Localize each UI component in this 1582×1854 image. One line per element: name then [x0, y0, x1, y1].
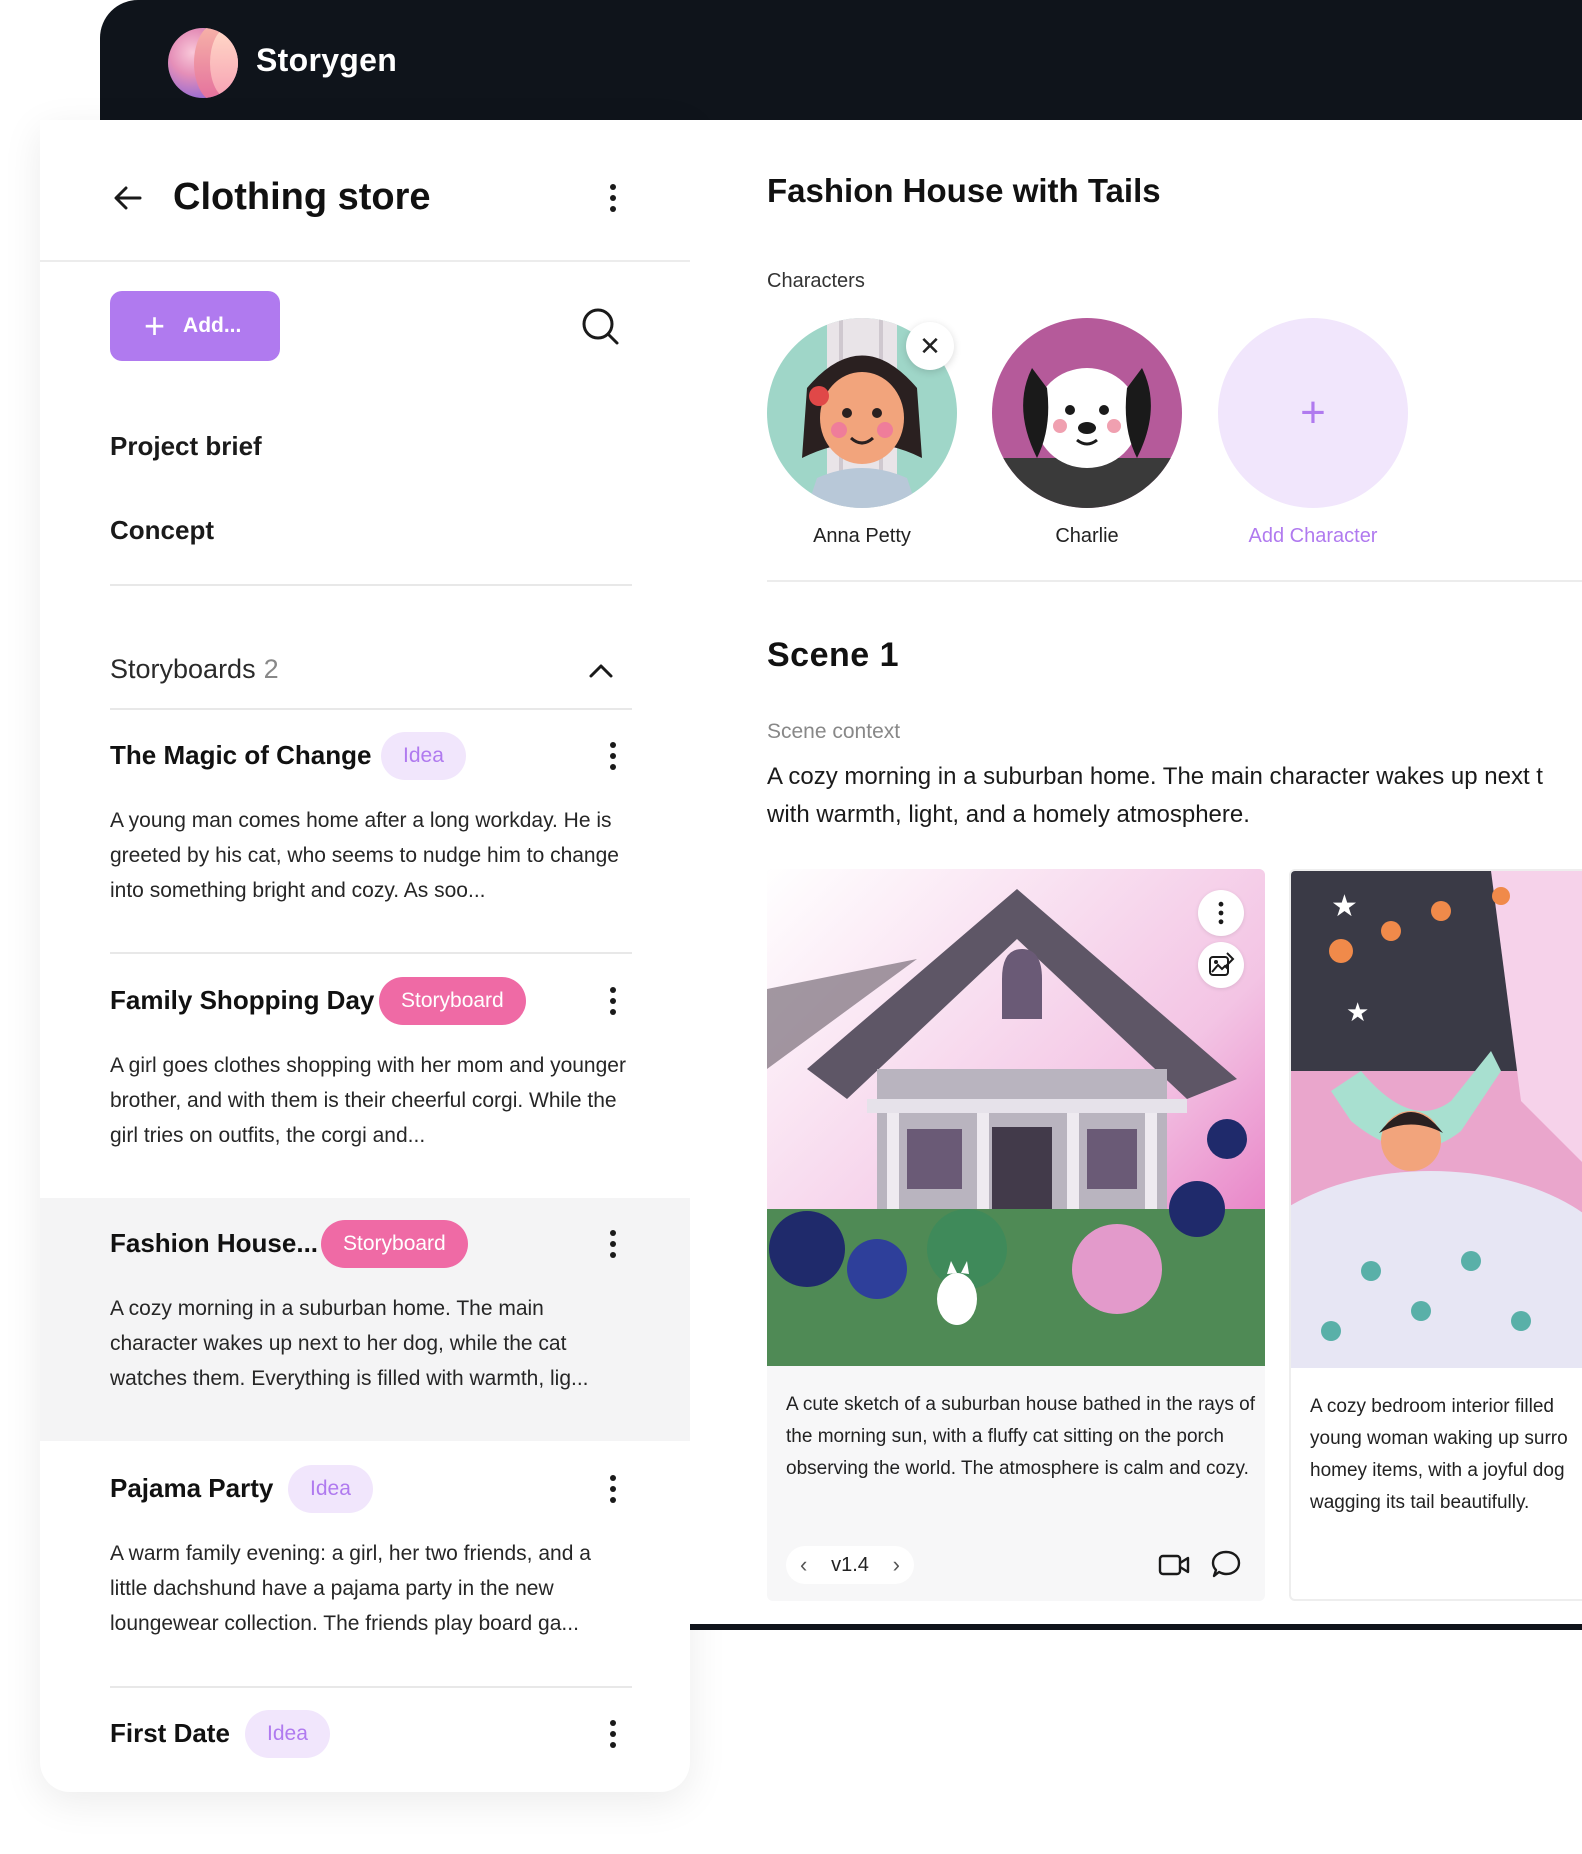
project-title: Clothing store: [173, 176, 431, 218]
shot-card[interactable]: ★ ★ A cozy bedroom interior filled young…: [1289, 869, 1582, 1601]
house-illustration: [767, 869, 1265, 1366]
video-camera-icon[interactable]: [1158, 1553, 1190, 1577]
storyboards-header[interactable]: Storyboards 2: [110, 654, 279, 685]
storyboard-card[interactable]: Pajama Party Idea A warm family evening:…: [40, 1443, 690, 1686]
shot-card[interactable]: A cute sketch of a suburban house bathed…: [767, 869, 1265, 1601]
dog-portrait-icon: [992, 318, 1182, 508]
storyboard-card[interactable]: Family Shopping Day Storyboard A girl go…: [40, 955, 690, 1198]
card-more-icon[interactable]: [601, 1224, 625, 1264]
card-title: Fashion House...: [110, 1228, 319, 1258]
status-badge: Storyboard: [379, 977, 526, 1025]
scene-context-text[interactable]: A cozy morning in a suburban home. The m…: [767, 758, 1582, 834]
app-brand: Storygen: [256, 42, 398, 78]
scene-title: Scene 1: [767, 636, 900, 674]
scene-context-label: Scene context: [767, 720, 901, 743]
character-avatar-charlie[interactable]: [992, 318, 1182, 508]
add-character-button[interactable]: +: [1218, 318, 1408, 508]
chevron-up-icon[interactable]: [586, 656, 616, 686]
version-label: v1.4: [831, 1553, 869, 1576]
chevron-left-icon[interactable]: ‹: [800, 1552, 807, 1578]
project-sidebar: Clothing store + Add... Project brief Co…: [40, 120, 690, 1792]
remove-character-button[interactable]: ✕: [906, 322, 954, 370]
more-vertical-icon: [1211, 897, 1230, 929]
nav-project-brief[interactable]: Project brief: [110, 431, 262, 462]
storyboard-card[interactable]: First Date Idea: [40, 1688, 690, 1792]
chevron-right-icon[interactable]: ›: [893, 1552, 900, 1578]
card-title: Family Shopping Day: [110, 985, 375, 1015]
status-badge: Idea: [245, 1710, 330, 1758]
card-description: A young man comes home after a long work…: [110, 809, 619, 902]
sidebar-header: Clothing store: [40, 120, 690, 262]
close-icon: ✕: [919, 330, 941, 361]
card-title: The Magic of Change: [110, 740, 372, 770]
shot-caption[interactable]: A cozy bedroom interior filled young wom…: [1310, 1391, 1582, 1519]
add-button[interactable]: + Add...: [110, 291, 280, 361]
card-description: A cozy morning in a suburban home. The m…: [110, 1297, 589, 1390]
version-switcher[interactable]: ‹ v1.4 ›: [786, 1546, 914, 1584]
storyboard-card[interactable]: The Magic of Change Idea A young man com…: [40, 710, 690, 953]
shot-caption[interactable]: A cute sketch of a suburban house bathed…: [786, 1389, 1256, 1485]
plus-icon: +: [144, 305, 166, 346]
status-badge: Storyboard: [321, 1220, 468, 1268]
card-title: Pajama Party: [110, 1473, 274, 1503]
search-icon[interactable]: [580, 306, 620, 346]
status-badge: Idea: [381, 732, 466, 780]
card-more-icon[interactable]: [601, 981, 625, 1021]
scene-context-line: with warmth, light, and a homely atmosph…: [767, 801, 1250, 828]
card-more-icon[interactable]: [601, 1469, 625, 1509]
storyboards-count: 2: [263, 654, 279, 684]
divider: [110, 584, 632, 586]
storygen-logo[interactable]: [168, 28, 238, 98]
status-badge: Idea: [288, 1465, 373, 1513]
back-arrow-icon[interactable]: [110, 180, 146, 216]
image-edit-icon: [1209, 952, 1235, 976]
divider: [767, 580, 1582, 582]
regenerate-image-button[interactable]: [1198, 942, 1244, 988]
bedroom-illustration: ★ ★: [1291, 871, 1582, 1368]
add-character-label[interactable]: Add Character: [1218, 525, 1408, 548]
comment-icon[interactable]: [1210, 1549, 1242, 1581]
add-button-label: Add...: [183, 314, 242, 337]
scene-context-line: A cozy morning in a suburban home. The m…: [767, 763, 1543, 790]
storyboard-main: Fashion House with Tails Characters ✕ An…: [690, 120, 1582, 1630]
svg-text:★: ★: [1331, 890, 1358, 923]
shot-more-button[interactable]: [1198, 890, 1244, 936]
storyboards-label: Storyboards: [110, 654, 256, 684]
divider: [110, 952, 632, 954]
card-more-icon[interactable]: [601, 736, 625, 776]
characters-label: Characters: [767, 270, 865, 292]
shot-image[interactable]: [767, 869, 1265, 1366]
card-description: A warm family evening: a girl, her two f…: [110, 1542, 591, 1635]
card-more-icon[interactable]: [601, 1714, 625, 1754]
character-name: Charlie: [1055, 525, 1119, 547]
nav-concept[interactable]: Concept: [110, 515, 214, 546]
plus-icon: +: [1300, 388, 1326, 437]
shot-image[interactable]: ★ ★: [1291, 871, 1582, 1368]
storyboard-card-selected[interactable]: Fashion House... Storyboard A cozy morni…: [40, 1198, 690, 1441]
app-header: Storygen: [100, 0, 1582, 120]
project-more-icon[interactable]: [601, 178, 625, 218]
storyboard-title: Fashion House with Tails: [767, 172, 1161, 209]
card-title: First Date: [110, 1718, 230, 1748]
svg-text:★: ★: [1346, 997, 1369, 1027]
card-description: A girl goes clothes shopping with her mo…: [110, 1054, 626, 1147]
character-name: Anna Petty: [813, 525, 911, 547]
